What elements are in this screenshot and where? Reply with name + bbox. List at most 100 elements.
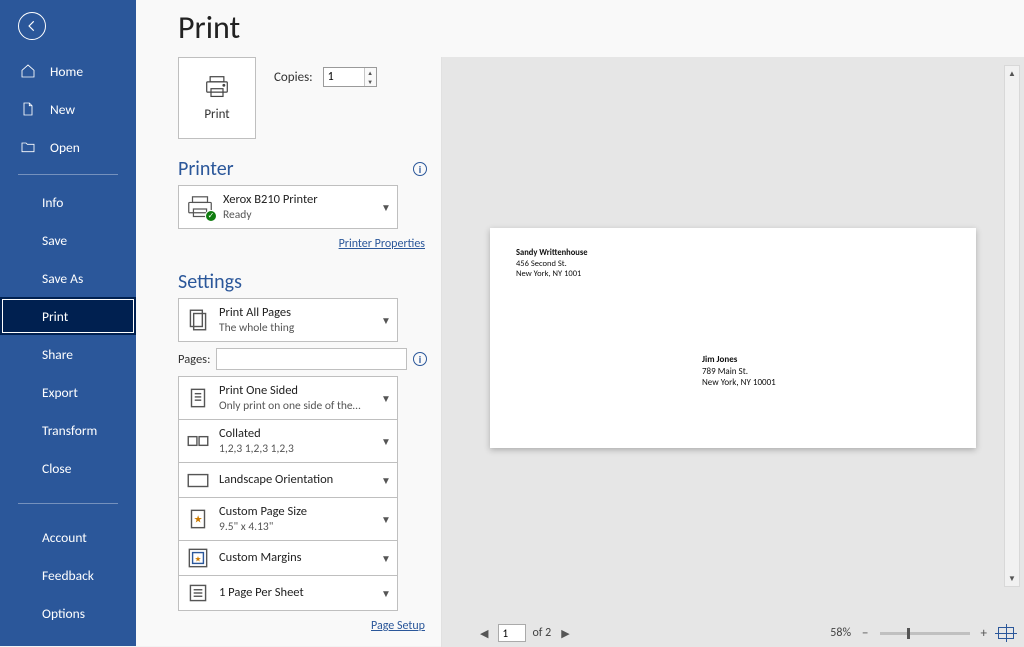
zoom-slider-thumb[interactable] (907, 628, 910, 639)
sidebar-label: Transform (42, 422, 97, 439)
content-row: Print Copies: ▲▼ Printer i ✓ (136, 57, 1024, 647)
sidebar-separator (18, 174, 118, 175)
setting-page-size[interactable]: ★ Custom Page Size 9.5" x 4.13" ▼ (178, 497, 398, 541)
sidebar-separator (18, 503, 118, 504)
scroll-up-icon[interactable]: ▲ (1005, 66, 1019, 81)
pages-label: Pages: (178, 352, 210, 367)
zoom-to-page-button[interactable] (998, 627, 1014, 639)
sidebar-item-feedback[interactable]: Feedback (0, 556, 136, 594)
setting-what-to-print[interactable]: Print All Pages The whole thing ▼ (178, 298, 398, 342)
print-action-row: Print Copies: ▲▼ (178, 57, 427, 139)
sidebar-item-transform[interactable]: Transform (0, 411, 136, 449)
chevron-down-icon: ▼ (381, 392, 391, 405)
sidebar-item-account[interactable]: Account (0, 518, 136, 556)
settings-heading: Settings (178, 270, 242, 294)
chevron-down-icon: ▼ (381, 552, 391, 565)
sidebar-item-saveas[interactable]: Save As (0, 259, 136, 297)
sidebar-label: Export (42, 384, 78, 401)
prev-page-button[interactable]: ◀ (476, 627, 492, 640)
setting-pages-per-sheet[interactable]: 1 Page Per Sheet ▼ (178, 575, 398, 611)
sidebar-label: New (50, 101, 75, 118)
scroll-down-icon[interactable]: ▼ (1005, 571, 1019, 586)
sidebar-item-open[interactable]: Open (0, 128, 136, 166)
setting-sides[interactable]: Print One Sided Only print on one side o… (178, 376, 398, 420)
sidebar-label: Feedback (42, 567, 94, 584)
sidebar-item-print[interactable]: Print (0, 297, 136, 335)
sidebar-item-info[interactable]: Info (0, 183, 136, 221)
current-page-input[interactable] (498, 624, 526, 642)
return-line: New York, NY 1001 (516, 269, 588, 280)
sidebar-label: Close (42, 460, 71, 477)
print-button[interactable]: Print (178, 57, 256, 139)
setting-sub: Only print on one side of the… (219, 399, 373, 413)
setting-sub: 1,2,3 1,2,3 1,2,3 (219, 442, 373, 456)
zoom-slider[interactable] (880, 632, 970, 635)
recipient-address: Jim Jones 789 Main St. New York, NY 1000… (702, 354, 776, 389)
sidebar-label: Account (42, 529, 87, 546)
preview-vertical-scrollbar[interactable]: ▲ ▼ (1004, 65, 1020, 587)
copies-input[interactable] (324, 68, 364, 86)
sidebar-item-new[interactable]: New (0, 90, 136, 128)
sidebar-item-share[interactable]: Share (0, 335, 136, 373)
sidebar-label: Home (50, 63, 83, 80)
sheet-icon (185, 580, 211, 606)
to-line: New York, NY 10001 (702, 377, 776, 389)
setting-margins[interactable]: ★ Custom Margins ▼ (178, 540, 398, 576)
setting-orientation[interactable]: Landscape Orientation ▼ (178, 462, 398, 498)
page-size-icon: ★ (185, 506, 211, 532)
chevron-down-icon: ▼ (381, 513, 391, 526)
sidebar-item-close[interactable]: Close (0, 449, 136, 487)
chevron-down-icon: ▼ (381, 587, 391, 600)
setting-title: Landscape Orientation (219, 472, 373, 488)
sidebar-item-options[interactable]: Options (0, 594, 136, 632)
copies-label: Copies: (274, 70, 313, 85)
printer-info-icon[interactable]: i (413, 162, 427, 176)
setting-sub: The whole thing (219, 321, 373, 335)
printer-select[interactable]: ✓ Xerox B210 Printer Ready ▼ (178, 185, 398, 229)
zoom-percent-label: 58% (830, 626, 851, 640)
printer-heading-row: Printer i (178, 157, 427, 181)
return-line: 456 Second St. (516, 259, 588, 270)
sidebar-label: Info (42, 194, 63, 211)
pages-info-icon[interactable]: i (413, 352, 427, 366)
page-setup-link[interactable]: Page Setup (371, 619, 425, 633)
landscape-icon (185, 467, 211, 493)
margins-icon: ★ (185, 545, 211, 571)
next-page-button[interactable]: ▶ (557, 627, 573, 640)
setting-sub: 9.5" x 4.13" (219, 520, 373, 534)
pages-icon (185, 307, 211, 333)
printer-properties-link[interactable]: Printer Properties (339, 237, 425, 251)
printer-name: Xerox B210 Printer (223, 192, 373, 208)
setting-title: 1 Page Per Sheet (219, 585, 373, 601)
setting-title: Collated (219, 426, 373, 442)
preview-area: Sandy Writtenhouse 456 Second St. New Yo… (442, 57, 1024, 619)
setting-title: Print One Sided (219, 383, 373, 399)
chevron-down-icon: ▼ (381, 201, 391, 214)
chevron-down-icon: ▼ (381, 314, 391, 327)
print-button-label: Print (204, 107, 229, 122)
sidebar-item-export[interactable]: Export (0, 373, 136, 411)
to-line: Jim Jones (702, 354, 776, 366)
page-title: Print (178, 8, 1024, 47)
new-doc-icon (20, 101, 36, 117)
printer-icon (203, 75, 231, 99)
copies-spinner[interactable]: ▲▼ (323, 67, 377, 87)
pages-range-input[interactable] (216, 348, 407, 370)
zoom-out-button[interactable]: − (859, 626, 871, 641)
zoom-in-button[interactable]: + (978, 626, 990, 641)
open-folder-icon (20, 139, 36, 155)
setting-title: Custom Margins (219, 550, 373, 566)
sidebar-label: Print (42, 308, 68, 325)
copies-step-arrows[interactable]: ▲▼ (364, 68, 376, 86)
collate-icon (185, 428, 211, 454)
one-sided-icon (185, 385, 211, 411)
sidebar-label: Open (50, 139, 80, 156)
sidebar-item-home[interactable]: Home (0, 52, 136, 90)
setting-title: Custom Page Size (219, 504, 373, 520)
to-line: 789 Main St. (702, 366, 776, 378)
setting-collate[interactable]: Collated 1,2,3 1,2,3 1,2,3 ▼ (178, 419, 398, 463)
sidebar-item-save[interactable]: Save (0, 221, 136, 259)
preview-pager: ◀ of 2 ▶ 58% − + (442, 619, 1024, 647)
back-button[interactable] (18, 12, 46, 40)
copies-control: Copies: ▲▼ (274, 67, 377, 87)
